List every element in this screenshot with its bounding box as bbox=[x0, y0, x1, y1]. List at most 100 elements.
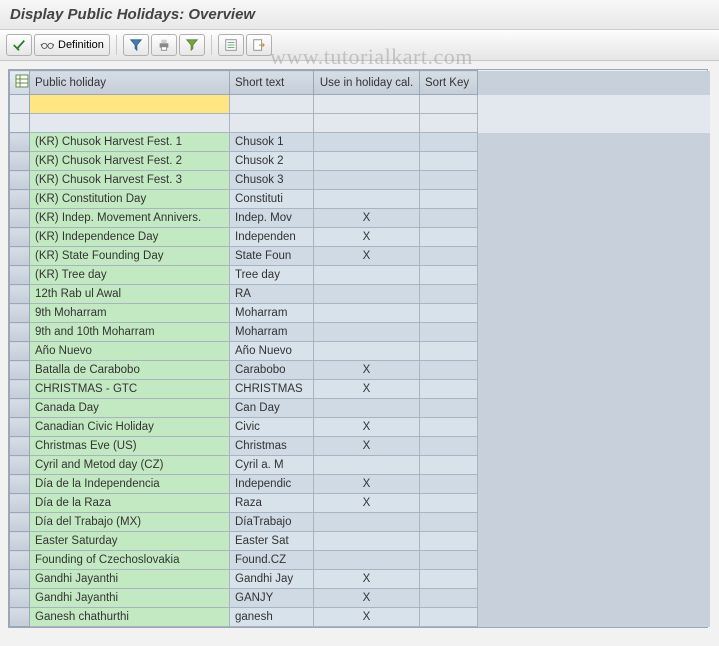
cell-use[interactable]: X bbox=[314, 380, 420, 399]
cell-name[interactable]: (KR) Independence Day bbox=[30, 228, 230, 247]
table-row[interactable]: CHRISTMAS - GTCCHRISTMASX bbox=[10, 380, 710, 399]
cell-name[interactable]: 9th Moharram bbox=[30, 304, 230, 323]
table-row[interactable]: Día de la IndependenciaIndependicX bbox=[10, 475, 710, 494]
cell-name[interactable]: Easter Saturday bbox=[30, 532, 230, 551]
cell-use[interactable] bbox=[314, 513, 420, 532]
table-row[interactable]: Gandhi JayanthiGandhi JayX bbox=[10, 570, 710, 589]
row-selector[interactable] bbox=[10, 589, 30, 608]
cell-sortkey[interactable] bbox=[420, 532, 478, 551]
cell-short[interactable]: Independen bbox=[230, 228, 314, 247]
cell-use[interactable]: X bbox=[314, 494, 420, 513]
row-selector[interactable] bbox=[10, 608, 30, 627]
cell-use[interactable] bbox=[314, 285, 420, 304]
cell-use[interactable]: X bbox=[314, 589, 420, 608]
check-button[interactable] bbox=[6, 34, 32, 56]
row-selector[interactable] bbox=[10, 361, 30, 380]
table-row[interactable]: Cyril and Metod day (CZ)Cyril a. M bbox=[10, 456, 710, 475]
row-selector[interactable] bbox=[10, 380, 30, 399]
column-header-sortkey[interactable]: Sort Key bbox=[420, 71, 478, 95]
cell-sortkey[interactable] bbox=[420, 437, 478, 456]
cell-sortkey[interactable] bbox=[420, 589, 478, 608]
column-header-use[interactable]: Use in holiday cal. bbox=[314, 71, 420, 95]
cell-short[interactable]: RA bbox=[230, 285, 314, 304]
row-selector[interactable] bbox=[10, 152, 30, 171]
select-all-button[interactable] bbox=[10, 71, 30, 95]
cell-name[interactable]: (KR) Chusok Harvest Fest. 3 bbox=[30, 171, 230, 190]
cell-sortkey[interactable] bbox=[420, 247, 478, 266]
row-selector[interactable] bbox=[10, 209, 30, 228]
column-header-name[interactable]: Public holiday bbox=[30, 71, 230, 95]
table-row[interactable]: (KR) Independence DayIndependenX bbox=[10, 228, 710, 247]
cell-use[interactable] bbox=[314, 152, 420, 171]
cell-short[interactable]: Chusok 2 bbox=[230, 152, 314, 171]
cell-name[interactable]: Founding of Czechoslovakia bbox=[30, 551, 230, 570]
cell-name[interactable]: Christmas Eve (US) bbox=[30, 437, 230, 456]
cell-name[interactable]: (KR) Constitution Day bbox=[30, 190, 230, 209]
cell-sortkey[interactable] bbox=[420, 323, 478, 342]
table-row[interactable]: Gandhi JayanthiGANJYX bbox=[10, 589, 710, 608]
table-row[interactable]: Founding of CzechoslovakiaFound.CZ bbox=[10, 551, 710, 570]
row-selector[interactable] bbox=[10, 285, 30, 304]
table-row[interactable]: (KR) Chusok Harvest Fest. 3Chusok 3 bbox=[10, 171, 710, 190]
cell-name[interactable]: CHRISTMAS - GTC bbox=[30, 380, 230, 399]
row-selector[interactable] bbox=[10, 323, 30, 342]
cell-name[interactable]: Gandhi Jayanthi bbox=[30, 589, 230, 608]
filter-button[interactable] bbox=[123, 34, 149, 56]
cell-short[interactable]: Chusok 1 bbox=[230, 133, 314, 152]
row-selector[interactable] bbox=[10, 494, 30, 513]
cell-sortkey[interactable] bbox=[420, 152, 478, 171]
cell-sortkey[interactable] bbox=[420, 266, 478, 285]
details-button[interactable] bbox=[218, 34, 244, 56]
row-selector[interactable] bbox=[10, 304, 30, 323]
cell-use[interactable] bbox=[314, 551, 420, 570]
print-button[interactable] bbox=[151, 34, 177, 56]
cell-sortkey[interactable] bbox=[420, 570, 478, 589]
table-row[interactable]: 9th and 10th MoharramMoharram bbox=[10, 323, 710, 342]
table-row[interactable]: Canada DayCan Day bbox=[10, 399, 710, 418]
cell-name[interactable]: 9th and 10th Moharram bbox=[30, 323, 230, 342]
table-row[interactable]: Canadian Civic HolidayCivicX bbox=[10, 418, 710, 437]
cell-use[interactable] bbox=[314, 133, 420, 152]
cell-sortkey[interactable] bbox=[420, 456, 478, 475]
cell-use[interactable]: X bbox=[314, 475, 420, 494]
cell-short[interactable]: Cyril a. M bbox=[230, 456, 314, 475]
row-selector[interactable] bbox=[10, 513, 30, 532]
row-selector[interactable] bbox=[10, 133, 30, 152]
cell-name[interactable]: Ganesh chathurthi bbox=[30, 608, 230, 627]
cell-sortkey[interactable] bbox=[420, 608, 478, 627]
cell-sortkey[interactable] bbox=[420, 190, 478, 209]
cell-name[interactable]: (KR) Chusok Harvest Fest. 2 bbox=[30, 152, 230, 171]
cell-name[interactable]: Canada Day bbox=[30, 399, 230, 418]
table-row[interactable]: 9th MoharramMoharram bbox=[10, 304, 710, 323]
table-row[interactable]: Día del Trabajo (MX)DíaTrabajo bbox=[10, 513, 710, 532]
cell-sortkey[interactable] bbox=[420, 418, 478, 437]
cell-name[interactable]: (KR) Tree day bbox=[30, 266, 230, 285]
cell-sortkey[interactable] bbox=[420, 304, 478, 323]
cell-sortkey[interactable] bbox=[420, 133, 478, 152]
row-selector[interactable] bbox=[10, 95, 30, 114]
cell-short[interactable]: Chusok 3 bbox=[230, 171, 314, 190]
filter-sortkey[interactable] bbox=[420, 95, 478, 114]
cell-sortkey[interactable] bbox=[420, 513, 478, 532]
cell-name[interactable]: Día del Trabajo (MX) bbox=[30, 513, 230, 532]
table-row[interactable]: Christmas Eve (US)ChristmasX bbox=[10, 437, 710, 456]
cell-use[interactable] bbox=[314, 342, 420, 361]
cell-short[interactable]: Indep. Mov bbox=[230, 209, 314, 228]
filter-name[interactable] bbox=[30, 95, 230, 114]
cell-sortkey[interactable] bbox=[420, 342, 478, 361]
cell-name[interactable]: Gandhi Jayanthi bbox=[30, 570, 230, 589]
table-row[interactable]: (KR) Constitution DayConstituti bbox=[10, 190, 710, 209]
filter-short[interactable] bbox=[230, 95, 314, 114]
cell-short[interactable]: CHRISTMAS bbox=[230, 380, 314, 399]
cell-sortkey[interactable] bbox=[420, 285, 478, 304]
cell-name[interactable]: Batalla de Carabobo bbox=[30, 361, 230, 380]
cell-use[interactable] bbox=[314, 323, 420, 342]
cell-use[interactable]: X bbox=[314, 247, 420, 266]
row-selector[interactable] bbox=[10, 190, 30, 209]
cell-use[interactable] bbox=[314, 171, 420, 190]
cell-sortkey[interactable] bbox=[420, 361, 478, 380]
row-selector[interactable] bbox=[10, 247, 30, 266]
cell-use[interactable] bbox=[314, 266, 420, 285]
column-header-short[interactable]: Short text bbox=[230, 71, 314, 95]
row-selector[interactable] bbox=[10, 342, 30, 361]
